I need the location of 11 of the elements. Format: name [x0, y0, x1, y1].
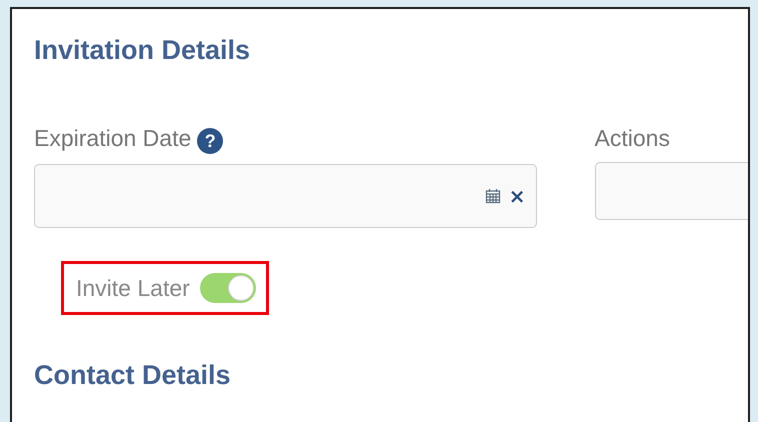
field-label: Actions — [594, 124, 670, 152]
date-field[interactable]: × — [34, 164, 537, 228]
field-label: Expiration Date — [34, 124, 192, 152]
actions-field[interactable] — [594, 162, 748, 220]
toggle-switch[interactable] — [200, 273, 256, 303]
section-title: Contact Details — [34, 360, 232, 391]
calendar-icon[interactable] — [484, 188, 501, 204]
section-title: Invitation Details — [34, 35, 252, 66]
help-icon[interactable]: ? — [197, 128, 224, 154]
toggle-label: Invite Later — [76, 274, 190, 302]
clear-button[interactable]: × — [508, 186, 526, 206]
